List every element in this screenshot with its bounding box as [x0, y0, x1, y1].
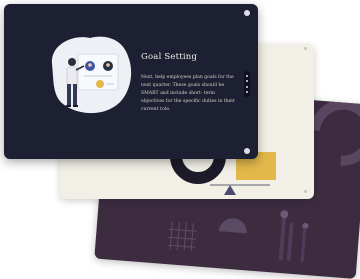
middle-slide-corner-dot-icon — [304, 47, 307, 50]
pagination-dot-icon — [246, 80, 248, 83]
pagination-dot-icon — [246, 91, 248, 94]
pagination-dot-icon — [246, 85, 248, 88]
pagination-dot-icon — [246, 74, 248, 77]
slide-title: Goal Setting — [141, 52, 198, 62]
front-slide-pagination-dots[interactable] — [244, 71, 250, 97]
slide-body-text: Next, help employees plan goals for the … — [141, 75, 235, 112]
middle-slide-corner-dot-icon — [304, 190, 307, 193]
top-corner-dot-icon[interactable] — [244, 10, 250, 16]
slide-card-front[interactable]: Goal Setting Next, help employees plan g… — [4, 4, 258, 159]
bottom-corner-dot-icon[interactable] — [244, 148, 250, 154]
